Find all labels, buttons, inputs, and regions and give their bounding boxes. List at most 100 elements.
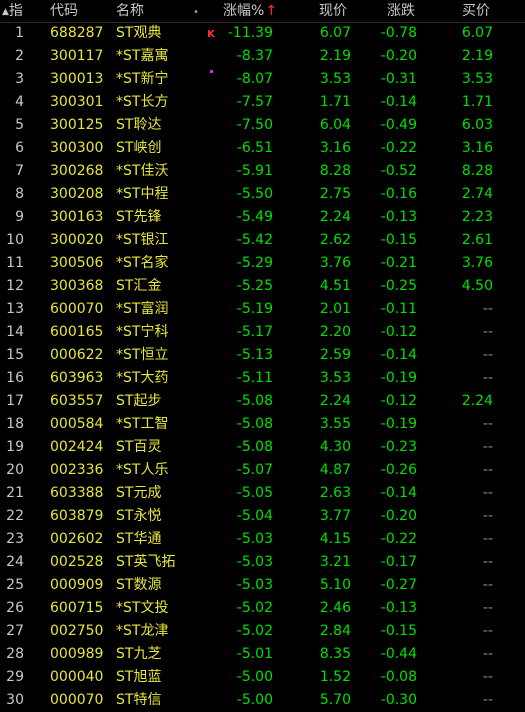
stock-code: 600070 bbox=[50, 301, 104, 317]
bid-price: -- bbox=[482, 347, 493, 363]
change-percent: -5.03 bbox=[236, 531, 273, 547]
row-index: 21 bbox=[6, 485, 24, 501]
stock-code: 002424 bbox=[50, 439, 104, 455]
bid-price: 6.03 bbox=[461, 117, 493, 133]
table-row[interactable]: 18 000584 *ST工智 -5.08 3.55 -0.19 -- bbox=[0, 413, 525, 436]
stock-name: *ST中程 bbox=[116, 186, 169, 202]
price-change: -0.19 bbox=[380, 370, 417, 386]
table-row[interactable]: 22 603879 ST永悦 -5.04 3.77 -0.20 -- bbox=[0, 505, 525, 528]
stock-name: *ST文投 bbox=[116, 600, 169, 616]
current-price: 3.53 bbox=[319, 71, 351, 87]
change-percent: -5.29 bbox=[236, 255, 273, 271]
price-change: -0.21 bbox=[380, 255, 417, 271]
stock-code: 603963 bbox=[50, 370, 104, 386]
change-percent: -5.13 bbox=[236, 347, 273, 363]
stock-code: 000040 bbox=[50, 669, 104, 685]
bid-price: 2.74 bbox=[461, 186, 493, 202]
header-price[interactable]: 现价 bbox=[319, 2, 347, 20]
change-percent: -8.37 bbox=[236, 48, 273, 64]
change-percent: -5.05 bbox=[236, 485, 273, 501]
table-row[interactable]: 24 002528 ST英飞拓 -5.03 3.21 -0.17 -- bbox=[0, 551, 525, 574]
price-change: -0.14 bbox=[380, 485, 417, 501]
price-change: -0.12 bbox=[380, 324, 417, 340]
stock-code: 002602 bbox=[50, 531, 104, 547]
table-row[interactable]: 30 000070 ST特信 -5.00 5.70 -0.30 -- bbox=[0, 689, 525, 712]
bid-price: -- bbox=[482, 485, 493, 501]
table-row[interactable]: 1 688287 ST观典 K -11.39 6.07 -0.78 6.07 bbox=[0, 22, 525, 45]
price-change: -0.19 bbox=[380, 416, 417, 432]
table-row[interactable]: 3 300013 *ST新宁 -8.07 3.53 -0.31 3.53 bbox=[0, 68, 525, 91]
table-row[interactable]: 16 603963 *ST大药 -5.11 3.53 -0.19 -- bbox=[0, 367, 525, 390]
stock-name: ST观典 bbox=[116, 25, 162, 41]
stock-code: 603557 bbox=[50, 393, 104, 409]
table-row[interactable]: 12 300368 ST汇金 -5.25 4.51 -0.25 4.50 bbox=[0, 275, 525, 298]
change-percent: -7.50 bbox=[236, 117, 273, 133]
stock-code: 300208 bbox=[50, 186, 104, 202]
table-row[interactable]: 6 300300 ST峡创 -6.51 3.16 -0.22 3.16 bbox=[0, 137, 525, 160]
table-row[interactable]: 19 002424 ST百灵 -5.08 4.30 -0.23 -- bbox=[0, 436, 525, 459]
table-row[interactable]: 15 000622 *ST恒立 -5.13 2.59 -0.14 -- bbox=[0, 344, 525, 367]
current-price: 3.21 bbox=[319, 554, 351, 570]
table-row[interactable]: 26 600715 *ST文投 -5.02 2.46 -0.13 -- bbox=[0, 597, 525, 620]
price-change: -0.52 bbox=[380, 163, 417, 179]
stock-code: 000070 bbox=[50, 692, 104, 708]
table-row[interactable]: 13 600070 *ST富润 -5.19 2.01 -0.11 -- bbox=[0, 298, 525, 321]
row-index: 19 bbox=[6, 439, 24, 455]
current-price: 5.10 bbox=[319, 577, 351, 593]
header-index[interactable]: ▲指 bbox=[2, 2, 23, 21]
header-change[interactable]: 涨跌 bbox=[387, 2, 415, 20]
row-index: 12 bbox=[6, 278, 24, 294]
table-row[interactable]: 27 002750 *ST龙津 -5.02 2.84 -0.15 -- bbox=[0, 620, 525, 643]
table-row[interactable]: 17 603557 ST起步 -5.08 2.24 -0.12 2.24 bbox=[0, 390, 525, 413]
table-row[interactable]: 11 300506 *ST名家 -5.29 3.76 -0.21 3.76 bbox=[0, 252, 525, 275]
change-percent: -5.91 bbox=[236, 163, 273, 179]
table-row[interactable]: 20 002336 *ST人乐 -5.07 4.87 -0.26 -- bbox=[0, 459, 525, 482]
table-row[interactable]: 8 300208 *ST中程 -5.50 2.75 -0.16 2.74 bbox=[0, 183, 525, 206]
table-row[interactable]: 14 600165 *ST宁科 -5.17 2.20 -0.12 -- bbox=[0, 321, 525, 344]
current-price: 3.77 bbox=[319, 508, 351, 524]
stock-name: ST永悦 bbox=[116, 508, 162, 524]
change-percent: -5.07 bbox=[236, 462, 273, 478]
header-change-percent[interactable]: 涨幅%↑ bbox=[223, 2, 277, 20]
stock-code: 000622 bbox=[50, 347, 104, 363]
current-price: 2.19 bbox=[319, 48, 351, 64]
stock-name: *ST佳沃 bbox=[116, 163, 169, 179]
table-row[interactable]: 7 300268 *ST佳沃 -5.91 8.28 -0.52 8.28 bbox=[0, 160, 525, 183]
stock-name: ST聆达 bbox=[116, 117, 162, 133]
stock-name: ST百灵 bbox=[116, 439, 162, 455]
change-percent: -5.01 bbox=[236, 646, 273, 662]
table-row[interactable]: 21 603388 ST元成 -5.05 2.63 -0.14 -- bbox=[0, 482, 525, 505]
table-row[interactable]: 9 300163 ST先锋 -5.49 2.24 -0.13 2.23 bbox=[0, 206, 525, 229]
row-index: 9 bbox=[15, 209, 24, 225]
table-row[interactable]: 29 000040 ST旭蓝 -5.00 1.52 -0.08 -- bbox=[0, 666, 525, 689]
current-price: 8.35 bbox=[319, 646, 351, 662]
stock-name: ST特信 bbox=[116, 692, 162, 708]
bid-price: 3.76 bbox=[461, 255, 493, 271]
table-row[interactable]: 10 300020 *ST银江 -5.42 2.62 -0.15 2.61 bbox=[0, 229, 525, 252]
row-index: 3 bbox=[15, 71, 24, 87]
stock-code: 300020 bbox=[50, 232, 104, 248]
change-percent: -6.51 bbox=[236, 140, 273, 156]
current-price: 2.24 bbox=[319, 393, 351, 409]
bid-price: 3.53 bbox=[461, 71, 493, 87]
header-code[interactable]: 代码 bbox=[50, 2, 78, 20]
change-percent: -8.07 bbox=[236, 71, 273, 87]
table-row[interactable]: 23 002602 ST华通 -5.03 4.15 -0.22 -- bbox=[0, 528, 525, 551]
table-row[interactable]: 5 300125 ST聆达 -7.50 6.04 -0.49 6.03 bbox=[0, 114, 525, 137]
stock-code: 603388 bbox=[50, 485, 104, 501]
header-bid[interactable]: 买价 bbox=[462, 2, 490, 20]
table-row[interactable]: 4 300301 *ST长方 -7.57 1.71 -0.14 1.71 bbox=[0, 91, 525, 114]
price-change: -0.26 bbox=[380, 462, 417, 478]
stock-code: 002336 bbox=[50, 462, 104, 478]
table-row[interactable]: 2 300117 *ST嘉寓 -8.37 2.19 -0.20 2.19 bbox=[0, 45, 525, 68]
bid-price: -- bbox=[482, 646, 493, 662]
bid-price: 2.23 bbox=[461, 209, 493, 225]
current-price: 2.24 bbox=[319, 209, 351, 225]
row-index: 26 bbox=[6, 600, 24, 616]
table-row[interactable]: 25 000909 ST数源 -5.03 5.10 -0.27 -- bbox=[0, 574, 525, 597]
stock-name: *ST嘉寓 bbox=[116, 48, 169, 64]
stock-name: ST九芝 bbox=[116, 646, 162, 662]
stock-name: ST数源 bbox=[116, 577, 162, 593]
header-name[interactable]: 名称 bbox=[116, 2, 144, 20]
table-row[interactable]: 28 000989 ST九芝 -5.01 8.35 -0.44 -- bbox=[0, 643, 525, 666]
